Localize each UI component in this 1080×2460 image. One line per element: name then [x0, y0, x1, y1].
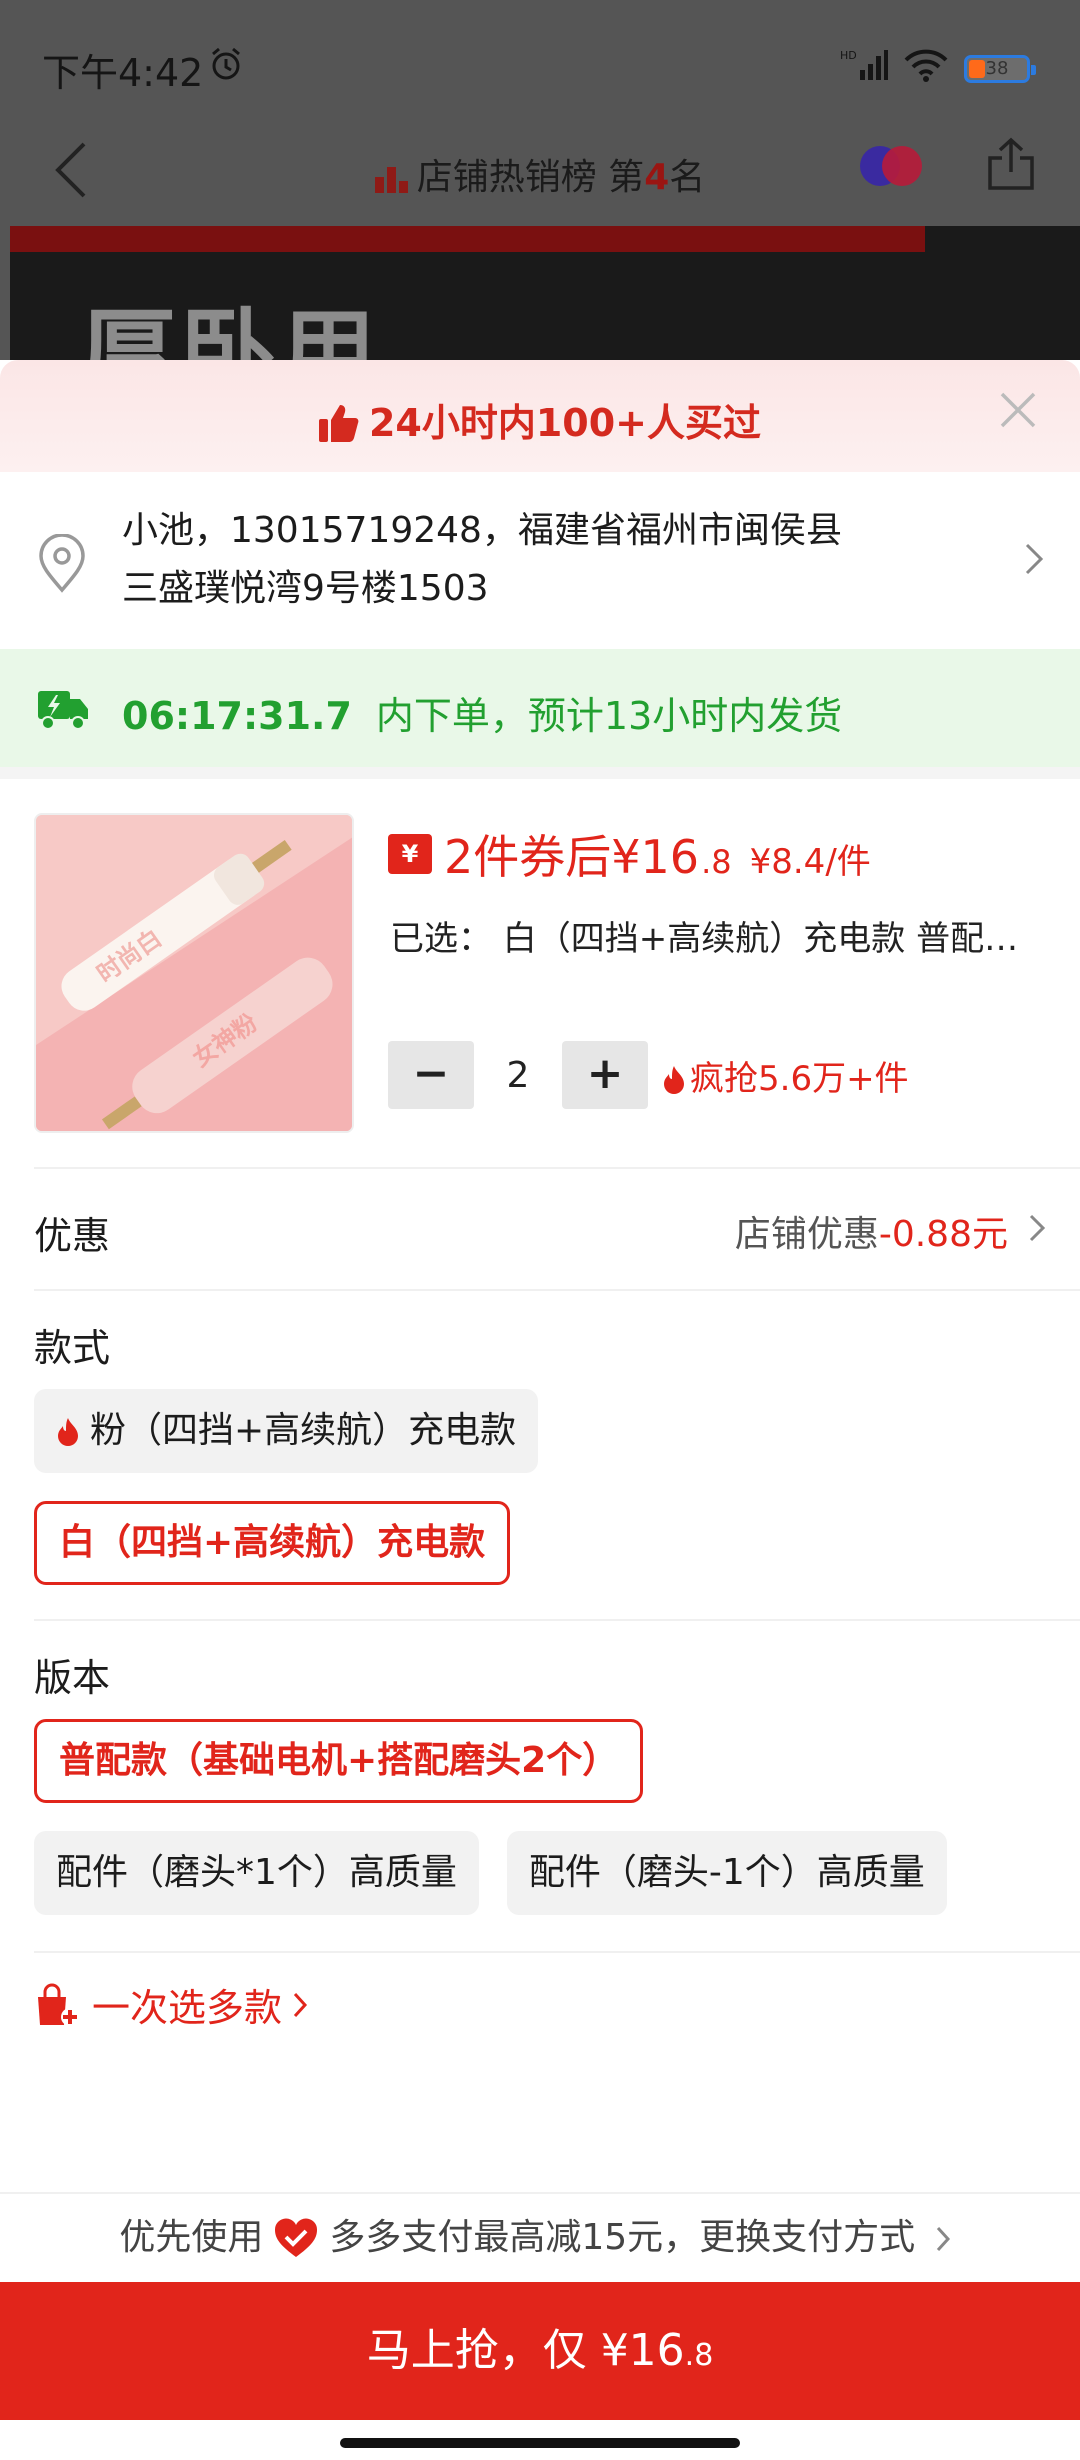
address-text: 小池，13015719248，福建省福州市闽侯县 三盛璞悦湾9号楼1503	[122, 502, 842, 618]
product-summary: 时尚白 女神粉 ¥ 2件券后¥16 .8 ¥8.4/件 已选： 白（四挡+高续航…	[0, 779, 1080, 1167]
nav-title-suffix: 名	[669, 157, 706, 198]
chevron-right-icon	[1028, 1213, 1046, 1247]
battery-icon: 38	[964, 54, 1036, 83]
close-icon[interactable]	[996, 388, 1040, 432]
coupon-price: 2件券后¥16	[444, 830, 700, 884]
shipping-eta: 内下单，预计13小时内发货	[375, 694, 843, 738]
discount-value: 店铺优惠-0.88元	[735, 1205, 1008, 1257]
version-option-label: 普配款（基础电机+搭配磨头2个）	[59, 1740, 619, 1781]
version-option-label: 配件（磨头*1个）高质量	[56, 1852, 457, 1893]
payment-row[interactable]: 优先使用 多多支付最高减15元，更换支付方式	[0, 2192, 1080, 2282]
style-option-pink[interactable]: 粉（四挡+高续航）充电款	[34, 1389, 539, 1473]
flame-icon	[664, 1065, 684, 1094]
thumbs-up-icon	[318, 405, 359, 442]
version-options: 普配款（基础电机+搭配磨头2个） 配件（磨头*1个）高质量 配件（磨头-1个）高…	[0, 1697, 1080, 1915]
address-line-1: 小池，13015719248，福建省福州市闽侯县	[122, 510, 842, 551]
shipping-text: 06:17:31.7 内下单，预计13小时内发货	[122, 685, 842, 740]
discount-amount: -0.88元	[878, 1214, 1008, 1255]
style-options: 粉（四挡+高续航）充电款 白（四挡+高续航）充电款	[0, 1367, 1080, 1585]
buy-now-label: 马上抢，仅 ¥16	[366, 2325, 685, 2376]
wifi-icon	[904, 48, 948, 89]
discount-row[interactable]: 优惠 店铺优惠-0.88元	[0, 1169, 1080, 1289]
flame-icon	[58, 1418, 78, 1446]
rank-number: 4	[644, 157, 670, 198]
decrease-button[interactable]: −	[388, 1041, 474, 1109]
status-bar: 下午4:42 HD 38	[0, 0, 1080, 130]
payment-text: 多多支付最高减15元，更换支付方式	[329, 2217, 916, 2258]
hero-text: 厚卧用	[80, 298, 380, 360]
status-icons: HD 38	[840, 48, 1036, 89]
hero-red-bar	[10, 226, 925, 252]
hot-sales-text: 疯抢5.6万+件	[690, 1058, 909, 1099]
price-line: ¥ 2件券后¥16 .8 ¥8.4/件	[388, 821, 871, 887]
buy-now-decimal: .8	[684, 2338, 714, 2373]
quantity-stepper: − 2 + 疯抢5.6万+件	[388, 1041, 909, 1109]
multi-select-row[interactable]: 一次选多款	[0, 1953, 1080, 2049]
avatar-icon[interactable]	[858, 142, 924, 190]
coupon-price-decimal: .8	[701, 843, 732, 881]
version-option-label: 配件（磨头-1个）高质量	[528, 1852, 925, 1893]
buyers-banner: 24小时内100+人买过	[0, 360, 1080, 472]
hot-sales: 疯抢5.6万+件	[662, 1051, 909, 1100]
quantity-value[interactable]: 2	[474, 1055, 562, 1096]
hero-image: 厚卧用	[10, 226, 1080, 360]
nav-bar: 店铺热销榜 第4名	[0, 130, 1080, 226]
buy-now-button[interactable]: 马上抢，仅 ¥16.8	[0, 2282, 1080, 2420]
truck-icon	[36, 685, 90, 735]
heart-check-icon	[275, 2218, 318, 2257]
version-title: 版本	[34, 1656, 111, 1700]
increase-button[interactable]: +	[562, 1041, 648, 1109]
version-option-standard[interactable]: 普配款（基础电机+搭配磨头2个）	[34, 1719, 644, 1803]
svg-text:HD: HD	[840, 49, 857, 62]
location-pin-icon	[36, 533, 88, 598]
sku-sheet: 24小时内100+人买过 小池，13015719248，福建省福州市闽侯县 三盛…	[0, 360, 1080, 2460]
home-indicator[interactable]	[340, 2438, 740, 2448]
shipping-row: 06:17:31.7 内下单，预计13小时内发货	[0, 649, 1080, 767]
discount-type: 店铺优惠	[734, 1214, 879, 1255]
countdown-timer: 06:17:31.7	[122, 694, 352, 738]
style-option-label: 白（四挡+高续航）充电款	[59, 1522, 486, 1563]
chevron-right-icon	[1024, 542, 1044, 580]
shopping-bag-plus-icon	[38, 1983, 79, 2026]
style-title: 款式	[34, 1326, 111, 1370]
coupon-icon: ¥	[388, 834, 432, 874]
version-option-accessory-1[interactable]: 配件（磨头*1个）高质量	[34, 1831, 479, 1915]
divider	[34, 1619, 1080, 1621]
nav-title-prefix: 店铺热销榜 第	[416, 157, 645, 198]
chevron-right-icon	[936, 2226, 950, 2252]
status-time: 下午4:42	[42, 51, 204, 95]
style-option-label: 粉（四挡+高续航）充电款	[90, 1410, 517, 1451]
alarm-icon	[208, 46, 244, 86]
share-icon[interactable]	[986, 136, 1036, 192]
buyers-count-text: 24小时内100+人买过	[368, 401, 762, 445]
product-image[interactable]: 时尚白 女神粉	[34, 813, 354, 1133]
address-row[interactable]: 小池，13015719248，福建省福州市闽侯县 三盛璞悦湾9号楼1503	[0, 472, 1080, 649]
address-line-2: 三盛璞悦湾9号楼1503	[122, 568, 489, 609]
payment-prefix: 优先使用	[119, 2217, 264, 2258]
signal-icon: HD	[840, 48, 888, 89]
chevron-right-icon	[293, 1992, 308, 2017]
discount-label: 优惠	[34, 1214, 111, 1258]
multi-select-label: 一次选多款	[92, 1986, 283, 2030]
ranking-icon	[374, 161, 409, 193]
divider	[34, 1289, 1080, 1291]
selected-sku-text: 已选： 白（四挡+高续航）充电款 普配款（基础电机+搭配磨头2个）	[390, 919, 1050, 959]
unit-price: ¥8.4/件	[749, 842, 871, 882]
style-option-white[interactable]: 白（四挡+高续航）充电款	[34, 1501, 511, 1585]
version-option-accessory-2[interactable]: 配件（磨头-1个）高质量	[506, 1831, 947, 1915]
buyers-banner-text: 24小时内100+人买过	[0, 392, 1080, 447]
section-gap	[0, 767, 1080, 779]
